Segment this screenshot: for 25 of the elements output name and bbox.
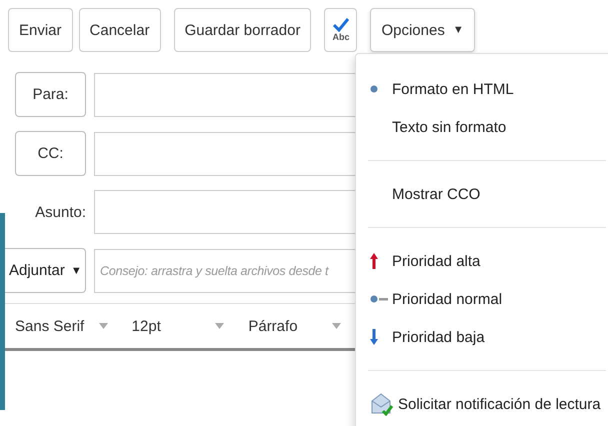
options-button[interactable]: Opciones ▼ — [370, 8, 475, 52]
toolbar-button[interactable]: Guardar borrador — [174, 8, 312, 52]
attach-button[interactable]: Adjuntar ▼ — [5, 248, 86, 293]
menu-item[interactable]: Texto sin formato — [356, 108, 608, 146]
down-arrow-icon — [370, 329, 378, 345]
format-select[interactable]: Párrafo — [238, 318, 356, 334]
menu-item[interactable]: Prioridad baja — [356, 318, 608, 356]
envelope-check-icon — [370, 392, 394, 416]
caret-icon — [215, 323, 224, 329]
caret-icon — [332, 323, 342, 329]
checkmark-icon — [332, 18, 349, 32]
toolbar-button[interactable]: Cancelar — [78, 8, 161, 52]
caret-icon — [98, 323, 108, 329]
up-arrow-icon — [370, 253, 378, 269]
recipient-button[interactable]: CC: — [15, 131, 86, 176]
spellcheck-label: Abc — [332, 32, 350, 42]
menu-item[interactable]: Mostrar CCO — [356, 175, 608, 213]
recipient-button[interactable]: Para: — [15, 72, 86, 117]
menu-item[interactable]: Solicitar notificación de lectura — [356, 385, 608, 423]
subject-label: Asunto: — [34, 204, 86, 220]
menu-item[interactable]: Formato en HTML — [356, 70, 608, 108]
format-select[interactable]: Sans Serif — [5, 318, 122, 334]
format-select[interactable]: 12pt — [122, 318, 238, 334]
toolbar-button[interactable]: Enviar — [8, 8, 73, 52]
spellcheck-button[interactable]: Abc — [324, 8, 358, 52]
